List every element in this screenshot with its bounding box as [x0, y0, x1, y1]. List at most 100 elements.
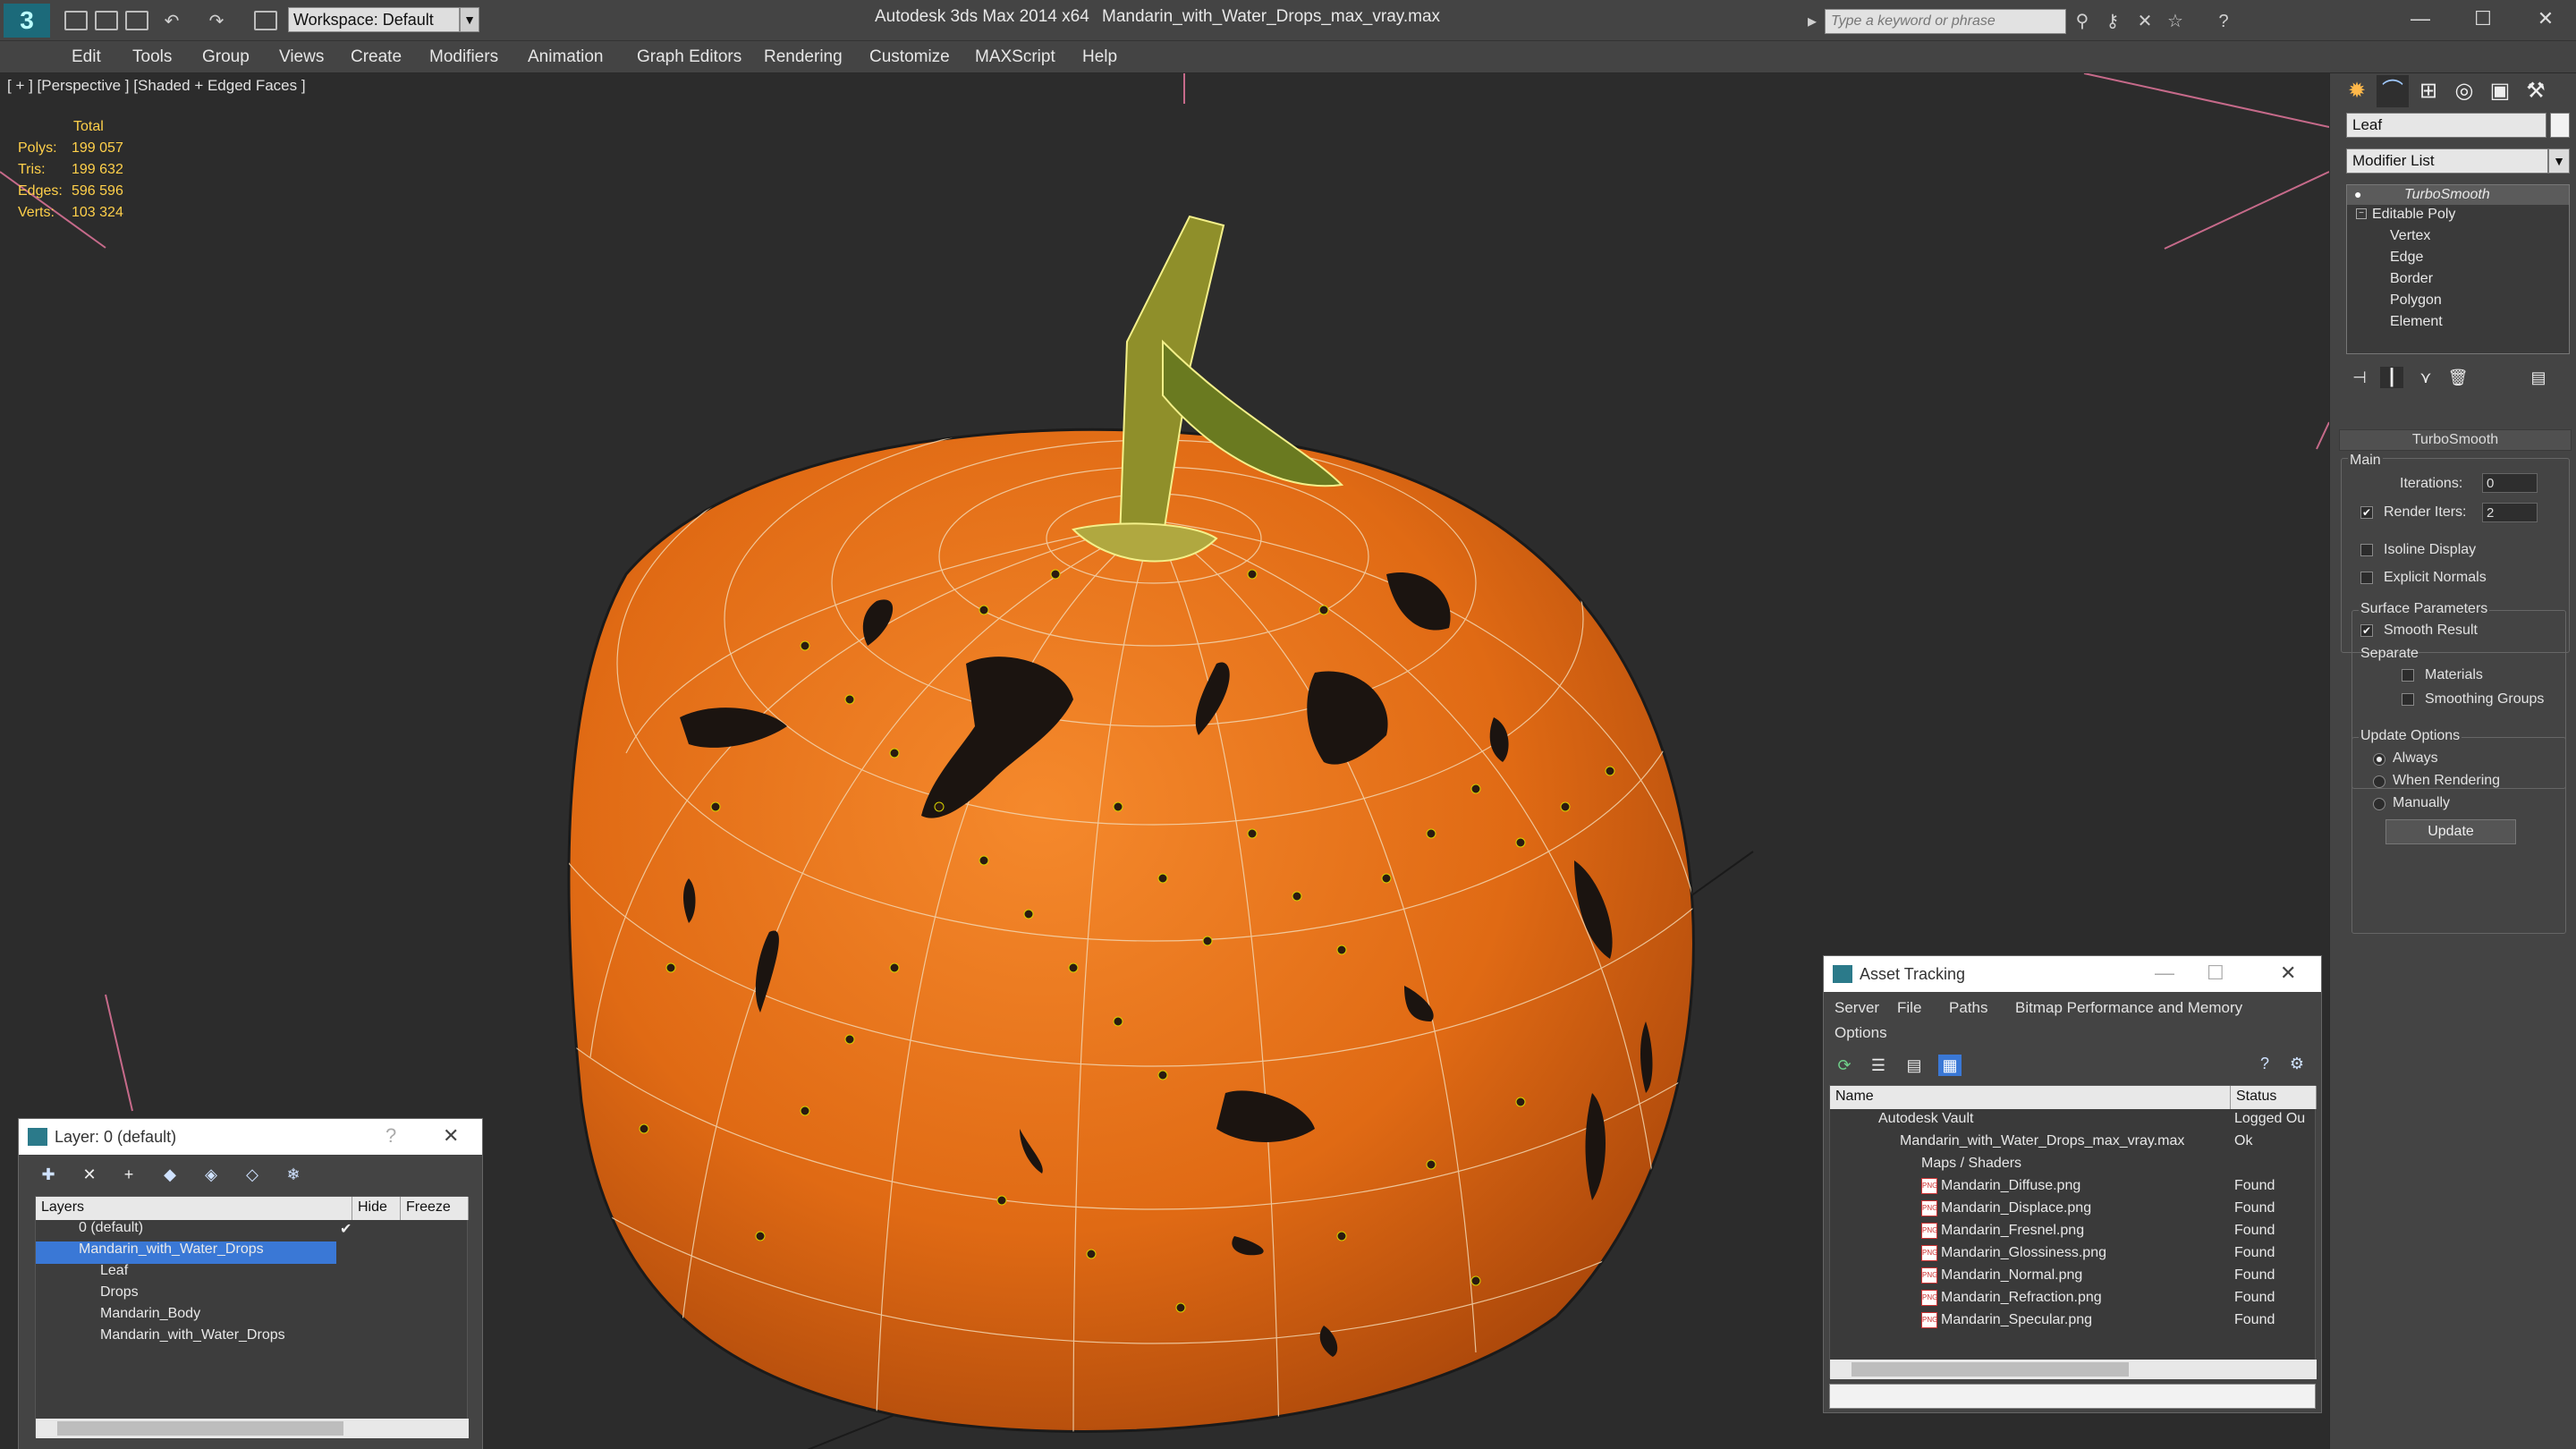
- asset-row[interactable]: PNG Mandarin_Glossiness.png Found: [1830, 1245, 2315, 1267]
- explicit-normals-checkbox[interactable]: [2360, 572, 2373, 584]
- isoline-display-checkbox[interactable]: [2360, 544, 2373, 556]
- stack-sub-vertex[interactable]: Vertex: [2390, 228, 2430, 244]
- collapse-icon[interactable]: −: [2356, 208, 2367, 219]
- maximize-icon[interactable]: ☐: [2465, 4, 2501, 34]
- freeze-all-layers-icon[interactable]: ❄: [282, 1164, 305, 1185]
- communication-icon[interactable]: ✕: [2134, 11, 2156, 32]
- name-column-header[interactable]: Name: [1830, 1086, 2231, 1109]
- stack-sub-polygon[interactable]: Polygon: [2390, 292, 2442, 309]
- menu-group[interactable]: Group: [202, 47, 250, 67]
- asset-menu-options[interactable]: Options: [1835, 1024, 1887, 1042]
- close-icon[interactable]: ✕: [2280, 962, 2296, 985]
- project-folder-icon[interactable]: [254, 11, 277, 30]
- asset-panel-titlebar[interactable]: Asset Tracking — ☐ ✕: [1824, 956, 2321, 992]
- asset-path-field[interactable]: [1829, 1384, 2316, 1409]
- highlight-layer-icon[interactable]: ◈: [199, 1164, 223, 1185]
- menu-views[interactable]: Views: [279, 47, 324, 67]
- help-icon[interactable]: ?: [386, 1124, 396, 1148]
- workspace-dropdown[interactable]: Workspace: Default: [288, 7, 460, 32]
- stack-sub-border[interactable]: Border: [2390, 271, 2433, 287]
- menu-graph-editors[interactable]: Graph Editors: [637, 47, 741, 67]
- render-iters-checkbox[interactable]: ✔: [2360, 506, 2373, 519]
- viewport-label[interactable]: [ + ] [Perspective ] [Shaded + Edged Fac…: [7, 77, 306, 95]
- object-name-field[interactable]: Leaf: [2346, 113, 2546, 138]
- star-icon[interactable]: ☆: [2165, 11, 2186, 32]
- menu-rendering[interactable]: Rendering: [764, 47, 843, 67]
- show-end-result-icon[interactable]: ┃: [2380, 367, 2403, 388]
- smoothing-groups-checkbox[interactable]: [2402, 693, 2414, 706]
- tree-view-icon[interactable]: ▤: [1902, 1055, 1926, 1076]
- settings-icon[interactable]: ⚙: [2285, 1053, 2309, 1074]
- hierarchy-tab-icon[interactable]: ⊞: [2412, 75, 2445, 107]
- minimize-icon[interactable]: —: [2155, 962, 2174, 985]
- asset-row[interactable]: PNG Mandarin_Refraction.png Found: [1830, 1290, 2315, 1312]
- configure-sets-icon[interactable]: ▤: [2527, 367, 2550, 388]
- always-radio[interactable]: [2373, 753, 2385, 766]
- table-view-icon[interactable]: ▦: [1938, 1055, 1962, 1076]
- horizontal-scrollbar[interactable]: [1830, 1360, 2317, 1379]
- asset-row[interactable]: PNG Mandarin_Displace.png Found: [1830, 1200, 2315, 1223]
- utilities-tab-icon[interactable]: ⚒: [2520, 75, 2552, 107]
- update-button[interactable]: Update: [2385, 819, 2516, 844]
- chevron-down-icon[interactable]: ▼: [2548, 148, 2570, 174]
- status-column-header[interactable]: Status: [2231, 1086, 2317, 1109]
- search-input[interactable]: Type a keyword or phrase: [1825, 9, 2066, 34]
- menu-customize[interactable]: Customize: [869, 47, 950, 67]
- layer-row-selected[interactable]: Mandarin_with_Water_Drops: [36, 1241, 336, 1264]
- new-file-icon[interactable]: [64, 11, 88, 30]
- manually-radio[interactable]: [2373, 798, 2385, 810]
- menu-edit[interactable]: Edit: [72, 47, 101, 67]
- asset-row[interactable]: Maps / Shaders: [1830, 1156, 2315, 1178]
- app-logo-icon[interactable]: 3: [4, 4, 50, 38]
- close-icon[interactable]: ✕: [443, 1124, 459, 1148]
- asset-row[interactable]: PNG Mandarin_Normal.png Found: [1830, 1267, 2315, 1290]
- lightbulb-icon[interactable]: ●: [2354, 187, 2361, 201]
- make-unique-icon[interactable]: ⋎: [2414, 367, 2437, 388]
- help-icon[interactable]: ?: [2253, 1053, 2276, 1074]
- chevron-down-icon[interactable]: ▼: [460, 7, 479, 32]
- modifier-list-dropdown[interactable]: Modifier List: [2346, 148, 2548, 174]
- freeze-column-header[interactable]: Freeze: [401, 1197, 469, 1220]
- object-color-swatch[interactable]: [2550, 113, 2570, 138]
- stack-item-turbosmooth[interactable]: TurboSmooth: [2404, 187, 2490, 203]
- undo-icon[interactable]: ↶: [161, 11, 182, 32]
- layer-row[interactable]: Drops: [36, 1284, 467, 1307]
- layer-panel-titlebar[interactable]: Layer: 0 (default) ? ✕: [19, 1119, 482, 1155]
- minimize-icon[interactable]: —: [2402, 4, 2438, 34]
- binoculars-icon[interactable]: ⚲: [2072, 11, 2093, 32]
- maximize-icon[interactable]: ☐: [2207, 962, 2224, 985]
- display-tab-icon[interactable]: ▣: [2484, 75, 2516, 107]
- asset-row[interactable]: PNG Mandarin_Diffuse.png Found: [1830, 1178, 2315, 1200]
- asset-row[interactable]: PNG Mandarin_Fresnel.png Found: [1830, 1223, 2315, 1245]
- layer-row[interactable]: Leaf: [36, 1263, 467, 1285]
- help-icon[interactable]: ?: [2213, 11, 2234, 32]
- motion-tab-icon[interactable]: ◎: [2448, 75, 2480, 107]
- menu-help[interactable]: Help: [1082, 47, 1117, 67]
- asset-menu-file[interactable]: File: [1897, 999, 1921, 1017]
- asset-menu-bitmap[interactable]: Bitmap Performance and Memory: [2015, 999, 2242, 1017]
- menu-animation[interactable]: Animation: [528, 47, 604, 67]
- smooth-result-checkbox[interactable]: ✔: [2360, 624, 2373, 637]
- horizontal-scrollbar[interactable]: [36, 1419, 469, 1438]
- layer-row[interactable]: Mandarin_with_Water_Drops: [36, 1327, 467, 1350]
- asset-menu-server[interactable]: Server: [1835, 999, 1879, 1017]
- hide-column-header[interactable]: Hide: [352, 1197, 401, 1220]
- menu-tools[interactable]: Tools: [132, 47, 172, 67]
- asset-menu-paths[interactable]: Paths: [1949, 999, 1987, 1017]
- layer-row[interactable]: 0 (default) ✔: [36, 1220, 467, 1242]
- asset-row[interactable]: Autodesk Vault Logged Ou: [1830, 1111, 2315, 1133]
- create-tab-icon[interactable]: ✹: [2341, 75, 2373, 107]
- menu-create[interactable]: Create: [351, 47, 402, 67]
- close-icon[interactable]: ✕: [2528, 4, 2563, 34]
- new-layer-icon[interactable]: ✚: [37, 1164, 60, 1185]
- materials-checkbox[interactable]: [2402, 669, 2414, 682]
- render-iters-spinner[interactable]: 2: [2482, 503, 2538, 522]
- open-file-icon[interactable]: [95, 11, 118, 30]
- when-rendering-radio[interactable]: [2373, 775, 2385, 788]
- add-to-layer-icon[interactable]: +: [117, 1164, 140, 1185]
- asset-row[interactable]: PNG Mandarin_Specular.png Found: [1830, 1312, 2315, 1335]
- turbosmooth-rollout-header[interactable]: TurboSmooth: [2339, 429, 2572, 451]
- hide-all-layers-icon[interactable]: ◇: [241, 1164, 264, 1185]
- redo-icon[interactable]: ↷: [206, 11, 227, 32]
- stack-item-editable-poly[interactable]: Editable Poly: [2372, 207, 2455, 223]
